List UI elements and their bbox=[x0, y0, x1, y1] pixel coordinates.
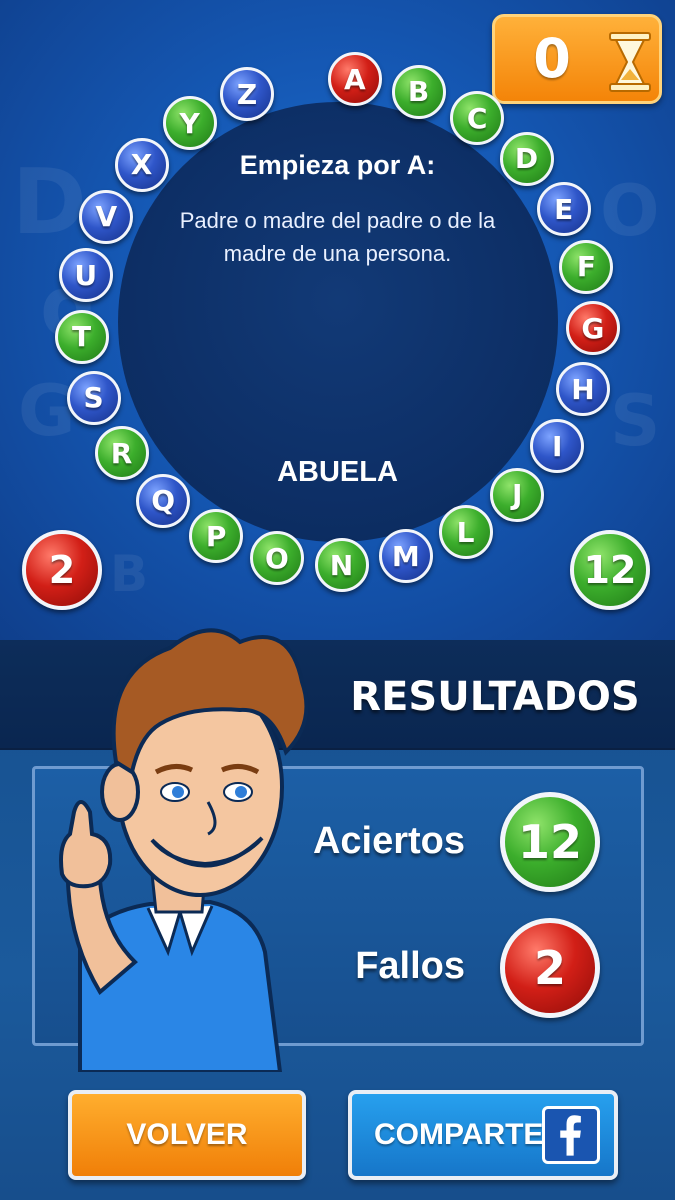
rosco-letter-f: F bbox=[559, 239, 614, 294]
back-button[interactable]: VOLVER bbox=[68, 1090, 306, 1180]
rosco-letter-v: V bbox=[79, 189, 134, 244]
aciertos-value: 12 bbox=[517, 815, 582, 869]
rosco-letter-r: R bbox=[94, 426, 149, 481]
back-button-label: VOLVER bbox=[126, 1118, 248, 1151]
hourglass-icon bbox=[609, 32, 651, 92]
question-text: Padre o madre del padre o de la madre de… bbox=[179, 208, 496, 266]
rosco-letter-q: Q bbox=[136, 473, 191, 528]
timer-value: 0 bbox=[533, 27, 571, 90]
correct-count-ball: 12 bbox=[570, 530, 650, 610]
rosco-letter-h: H bbox=[556, 362, 610, 417]
host-character-illustration bbox=[59, 628, 309, 1072]
rosco-letter-m: M bbox=[378, 529, 433, 584]
fallos-ball: 2 bbox=[500, 918, 600, 1018]
share-button[interactable]: COMPARTE bbox=[348, 1090, 618, 1180]
rosco-letter-o: O bbox=[249, 531, 304, 586]
share-button-label: COMPARTE bbox=[374, 1118, 544, 1151]
background-decoration: D bbox=[12, 150, 87, 255]
rosco-letter-n: N bbox=[314, 538, 369, 593]
rosco-letter-d: D bbox=[499, 131, 554, 186]
rosco-letter-l: L bbox=[438, 505, 493, 560]
rosco-letter-b: B bbox=[391, 64, 446, 119]
rosco-letter-i: I bbox=[530, 419, 585, 473]
rosco-letter-u: U bbox=[58, 248, 113, 303]
wrong-count-ball: 2 bbox=[22, 530, 102, 610]
rosco-letter-z: Z bbox=[220, 67, 274, 122]
rosco-letter-e: E bbox=[536, 182, 591, 237]
rosco-letter-x: X bbox=[114, 137, 169, 192]
background-decoration: O bbox=[600, 170, 660, 252]
background-decoration: G bbox=[18, 370, 76, 452]
rosco-letter-y: Y bbox=[162, 96, 217, 151]
rosco-letter-s: S bbox=[66, 370, 121, 425]
facebook-icon bbox=[542, 1106, 600, 1164]
rosco-letter-g: G bbox=[565, 301, 620, 356]
rosco-letter-j: J bbox=[490, 467, 545, 522]
aciertos-ball: 12 bbox=[500, 792, 600, 892]
results-title: RESULTADOS bbox=[350, 674, 640, 720]
answer-text: ABUELA bbox=[277, 456, 398, 488]
fallos-value: 2 bbox=[533, 941, 566, 995]
question-title: Empieza por A: bbox=[239, 150, 436, 180]
wrong-count: 2 bbox=[48, 548, 76, 592]
timer-badge: 0 bbox=[492, 14, 662, 104]
rosco-letter-a: A bbox=[327, 52, 382, 107]
rosco-letter-t: T bbox=[54, 309, 109, 364]
background-decoration: B bbox=[110, 545, 149, 603]
correct-count: 12 bbox=[583, 548, 637, 592]
background-decoration: S bbox=[610, 380, 661, 462]
